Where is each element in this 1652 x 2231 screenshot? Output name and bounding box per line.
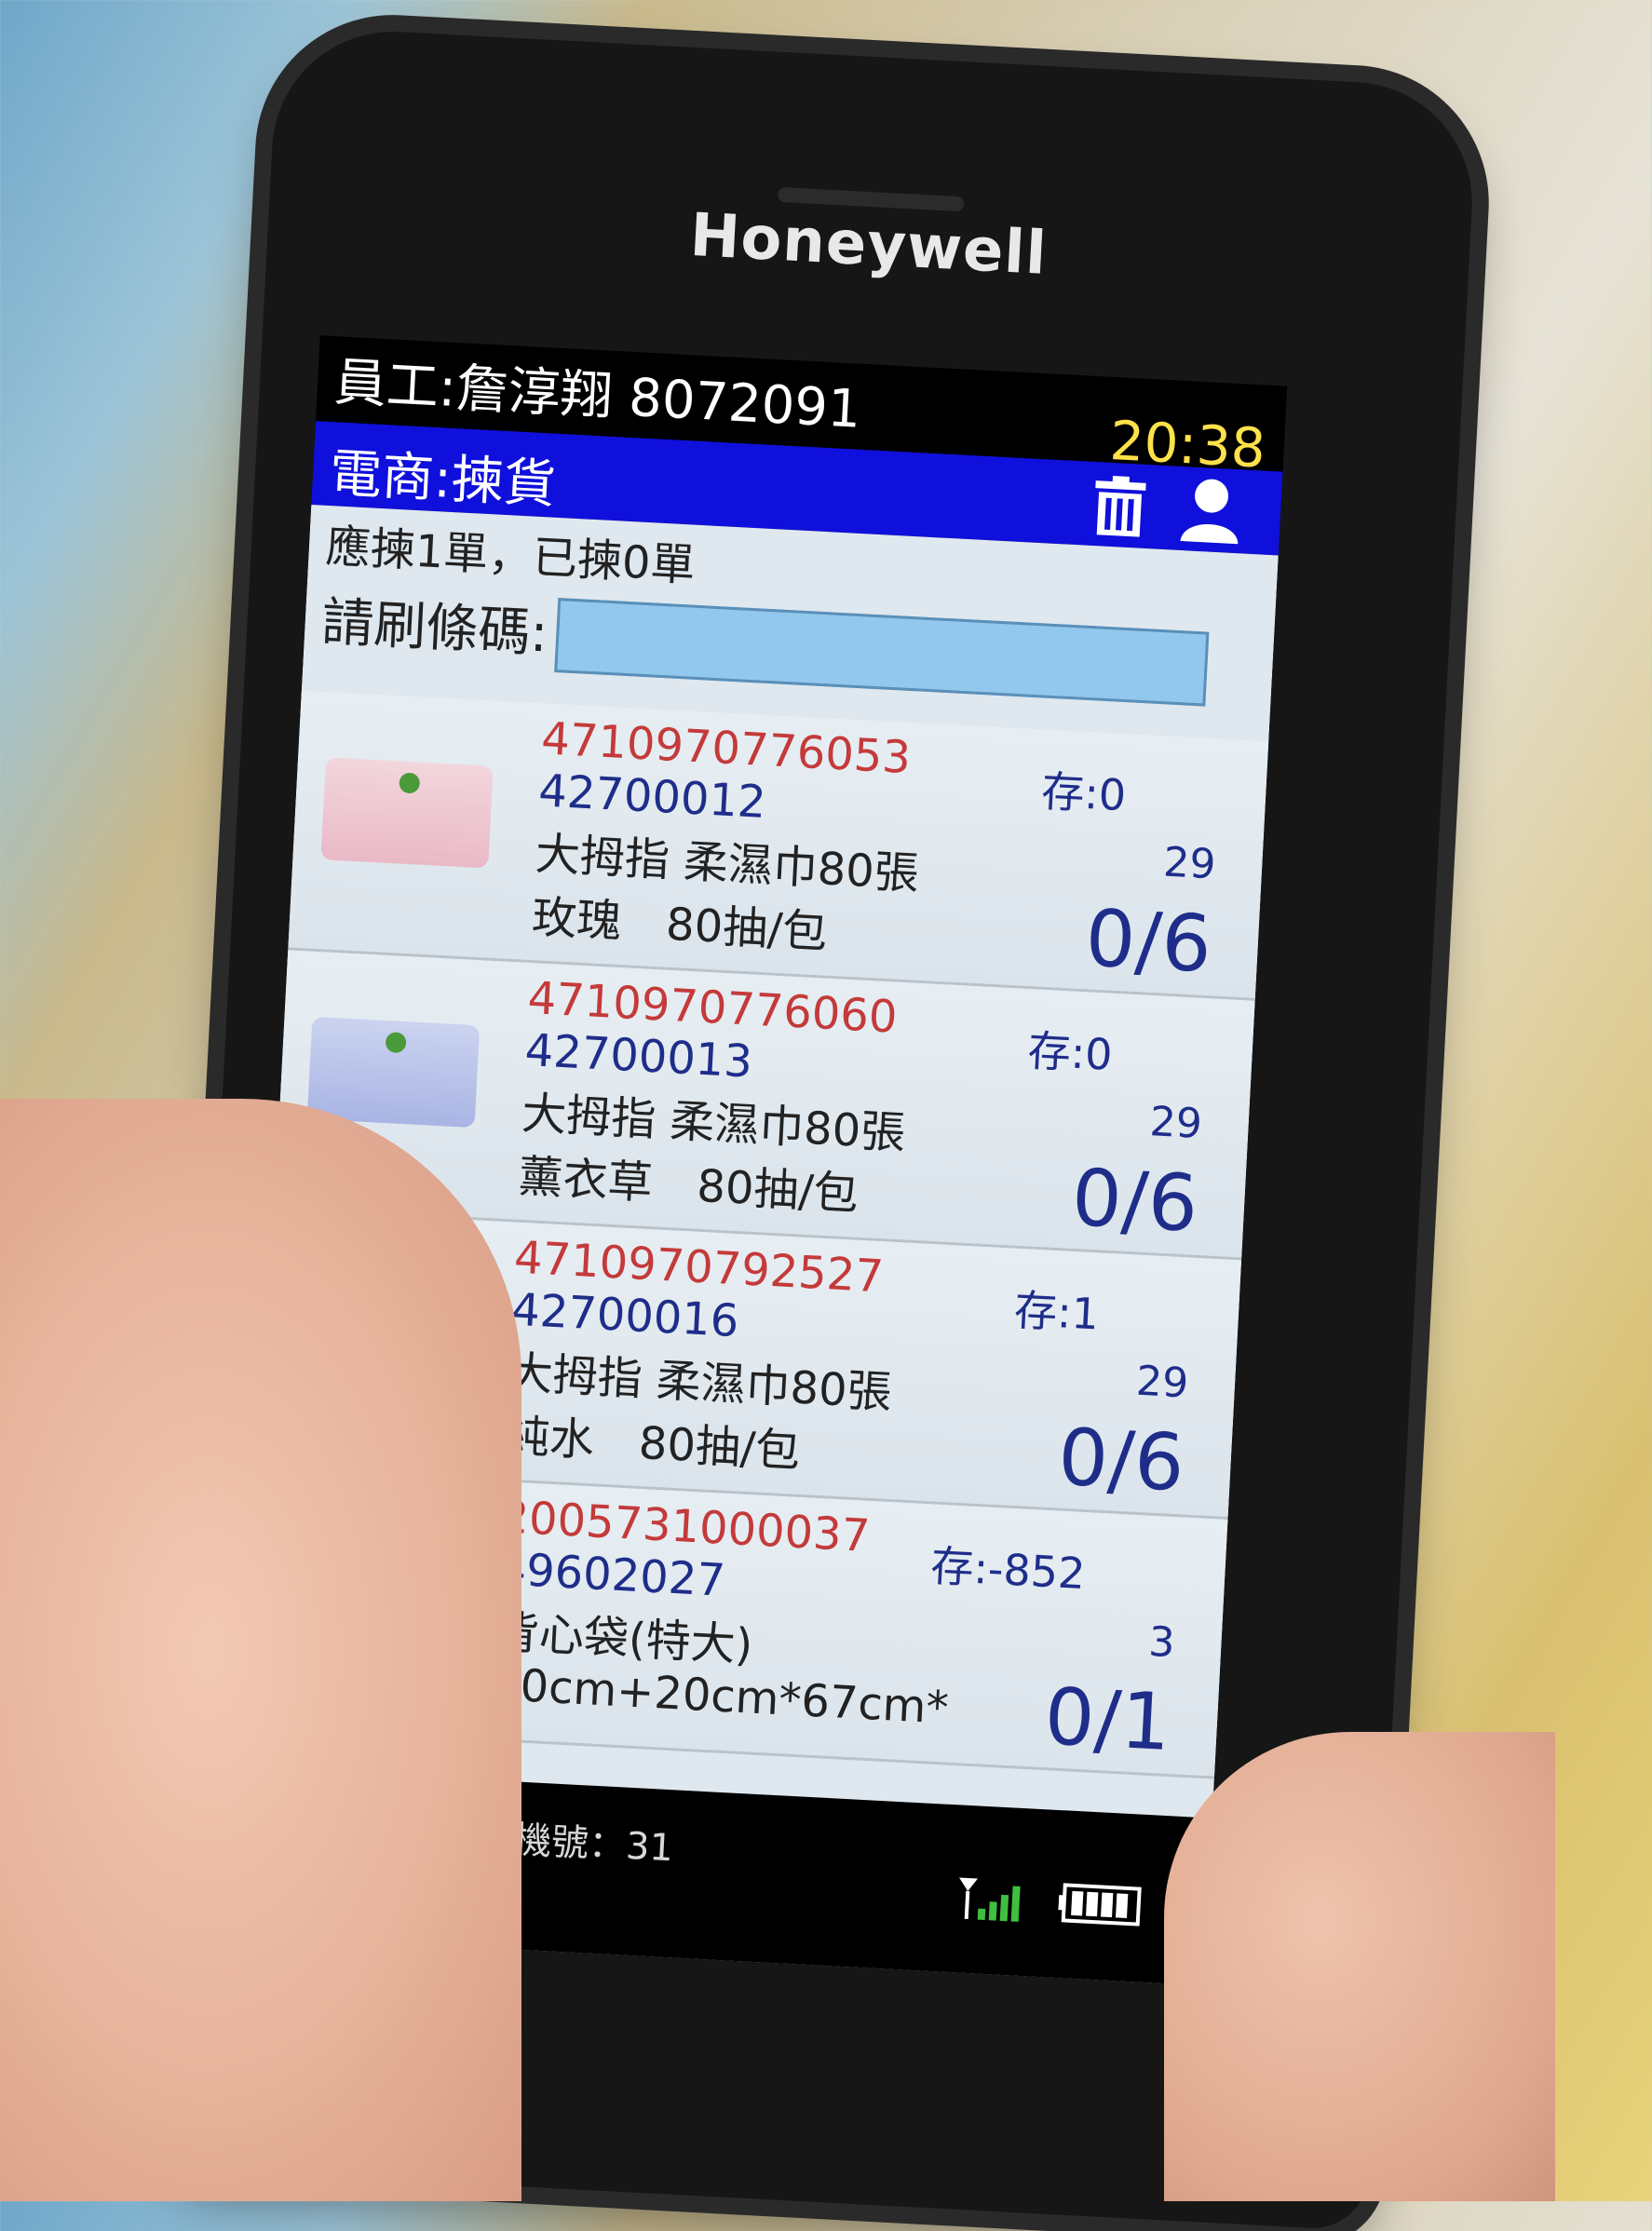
scan-label: 請刷條碼: [319, 591, 549, 665]
item-stock: 存:0 [1040, 765, 1128, 821]
item-qty: 0/6 [1069, 1151, 1200, 1250]
item-location: 3 [1147, 1617, 1176, 1668]
signal-icon [959, 1877, 1021, 1922]
battery-icon [1058, 1883, 1142, 1927]
item-location: 29 [1148, 1098, 1204, 1148]
item-location: 29 [1134, 1357, 1190, 1408]
item-qty: 0/6 [1083, 892, 1214, 991]
hand-left [0, 1099, 521, 2201]
item-stock: 存:1 [1012, 1284, 1101, 1340]
item-qty: 0/1 [1042, 1670, 1173, 1769]
item-qty: 0/6 [1056, 1411, 1187, 1509]
item-location: 29 [1162, 838, 1217, 889]
user-icon[interactable] [1176, 474, 1245, 547]
item-stock: 存:0 [1026, 1025, 1114, 1080]
list-item[interactable]: 4710970776053 42700012 大拇指 柔濕巾80張 玫瑰 80抽… [288, 690, 1269, 1001]
trash-icon[interactable] [1088, 473, 1152, 539]
hand-right [1164, 1732, 1555, 2201]
barcode-input[interactable] [554, 598, 1210, 707]
page-title: 電商:揀貨 [328, 443, 558, 516]
item-spec: 40cm+20cm*67cm* [490, 1657, 950, 1735]
pick-progress: 應揀1單，已揀0單 [324, 520, 697, 592]
product-thumbnail [306, 1016, 481, 1129]
status-bar: 員工:詹淳翔 8072091 20:38 [318, 335, 1288, 480]
item-stock: 存:-852 [929, 1540, 1087, 1600]
product-thumbnail [320, 757, 494, 869]
